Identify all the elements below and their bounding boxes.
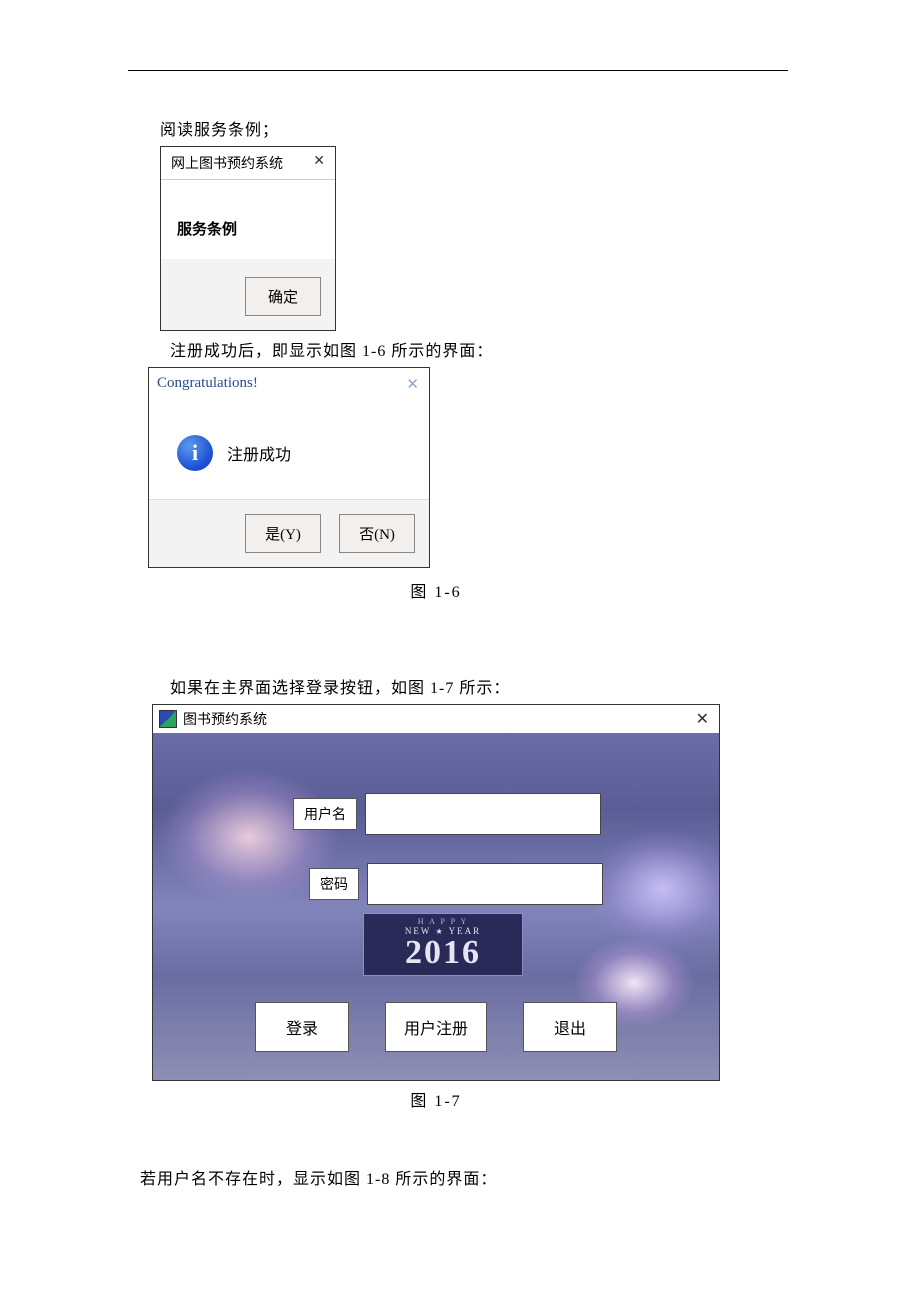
dialog-body: 注册成功	[149, 401, 429, 499]
app-icon	[159, 710, 177, 728]
dialog-titlebar: Congratulations! ✕	[149, 368, 429, 401]
no-button[interactable]: 否(N)	[339, 514, 415, 553]
dialog-message: 注册成功	[227, 441, 291, 465]
login-titlebar: 图书预约系统 ✕	[153, 705, 719, 733]
password-label: 密码	[309, 868, 359, 900]
close-icon[interactable]: ✕	[406, 375, 419, 394]
login-button[interactable]: 登录	[255, 1002, 349, 1052]
dialog-title: 网上图书预约系统	[171, 153, 283, 173]
username-row: 用户名	[293, 793, 601, 835]
login-button-row: 登录 用户注册 退出	[153, 1002, 719, 1052]
dialog-footer: 确定	[161, 259, 335, 330]
dialog-body: 服务条例	[161, 180, 335, 259]
password-input[interactable]	[367, 863, 603, 905]
exit-button[interactable]: 退出	[523, 1002, 617, 1052]
close-icon[interactable]: ✕	[313, 153, 325, 173]
dialog-title: Congratulations!	[157, 375, 258, 394]
dialog-titlebar: 网上图书预约系统 ✕	[161, 147, 335, 180]
paragraph-read-terms: 阅读服务条例；	[160, 116, 792, 140]
username-label: 用户名	[293, 798, 357, 830]
page-rule	[128, 70, 788, 71]
close-icon[interactable]: ✕	[696, 709, 709, 729]
paragraph-user-not-exist: 若用户名不存在时，显示如图 1-8 所示的界面：	[140, 1165, 792, 1189]
password-row: 密码	[309, 863, 603, 905]
figure-caption-1-6: 图 1-6	[152, 578, 720, 602]
paragraph-login-choice: 如果在主界面选择登录按钮，如图 1-7 所示：	[170, 674, 792, 698]
paragraph-post-register: 注册成功后，即显示如图 1-6 所示的界面：	[170, 337, 792, 361]
login-window: 图书预约系统 ✕ 用户名 密码 H A P P Y NEW ★ YEAR 201…	[152, 704, 720, 1081]
ok-button[interactable]: 确定	[245, 277, 321, 316]
year-text: 2016	[364, 936, 522, 970]
year-top-text: H A P P Y	[364, 917, 522, 926]
dialog-footer: 是(Y) 否(N)	[149, 499, 429, 567]
year-badge: H A P P Y NEW ★ YEAR 2016	[363, 913, 523, 976]
service-terms-dialog: 网上图书预约系统 ✕ 服务条例 确定	[160, 146, 336, 331]
info-icon	[177, 435, 213, 471]
login-window-title: 图书预约系统	[183, 709, 267, 729]
login-body: 用户名 密码 H A P P Y NEW ★ YEAR 2016 登录 用户注册…	[153, 733, 719, 1080]
username-input[interactable]	[365, 793, 601, 835]
yes-button[interactable]: 是(Y)	[245, 514, 321, 553]
register-button[interactable]: 用户注册	[385, 1002, 487, 1052]
congrats-dialog: Congratulations! ✕ 注册成功 是(Y) 否(N)	[148, 367, 430, 568]
figure-caption-1-7: 图 1-7	[152, 1087, 720, 1111]
